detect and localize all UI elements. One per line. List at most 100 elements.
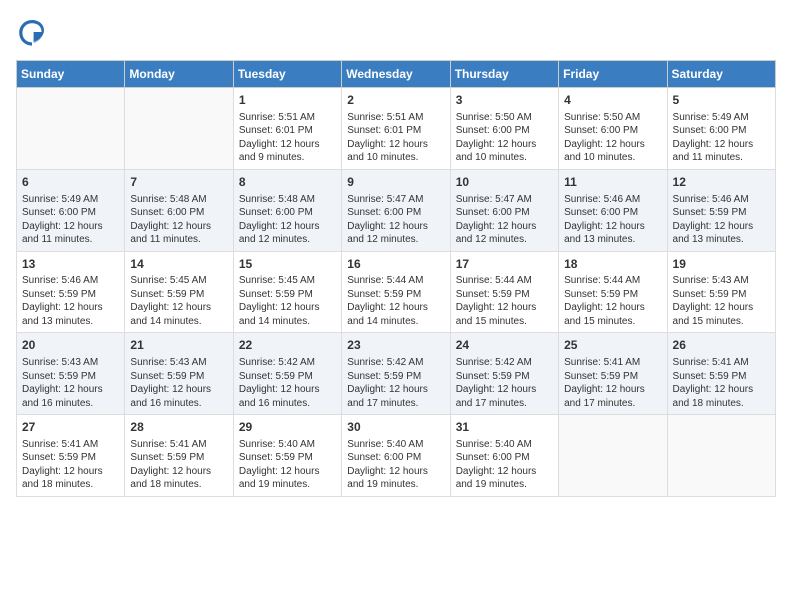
calendar-cell: 25 Sunrise: 5:41 AM Sunset: 5:59 PM Dayli…: [559, 333, 667, 415]
day-info: Sunrise: 5:43 AM Sunset: 5:59 PM Dayligh…: [130, 356, 227, 410]
page-header: [16, 16, 776, 48]
day-info: Sunrise: 5:43 AM Sunset: 5:59 PM Dayligh…: [673, 274, 770, 328]
calendar-cell: 19Sunrise: 5:43 AM Sunset: 5:59 PM Dayli…: [667, 251, 775, 333]
day-info: Sunrise: 5:46 AM Sunset: 5:59 PM Dayligh…: [22, 274, 119, 328]
day-number: 30: [347, 419, 444, 436]
calendar-cell: 7 Sunrise: 5:48 AM Sunset: 6:00 PM Daylig…: [125, 169, 233, 251]
calendar-cell: [125, 88, 233, 170]
calendar-cell: 24 Sunrise: 5:42 AM Sunset: 5:59 PM Dayli…: [450, 333, 558, 415]
day-info: Sunrise: 5:40 AM Sunset: 5:59 PM Dayligh…: [239, 438, 336, 492]
calendar-table: SundayMondayTuesdayWednesdayThursdayFrid…: [16, 60, 776, 497]
day-number: 18: [564, 256, 661, 273]
day-info: Sunrise: 5:42 AM Sunset: 5:59 PM Dayligh…: [456, 356, 553, 410]
day-number: 16: [347, 256, 444, 273]
calendar-cell: 1 Sunrise: 5:51 AM Sunset: 6:01 PM Daylig…: [233, 88, 341, 170]
day-info: Sunrise: 5:48 AM Sunset: 6:00 PM Dayligh…: [239, 193, 336, 247]
calendar-cell: 22 Sunrise: 5:42 AM Sunset: 5:59 PM Dayli…: [233, 333, 341, 415]
day-number: 24: [456, 337, 553, 354]
weekday-header-monday: Monday: [125, 61, 233, 88]
day-number: 21: [130, 337, 227, 354]
day-number: 22: [239, 337, 336, 354]
weekday-header-tuesday: Tuesday: [233, 61, 341, 88]
calendar-cell: 18Sunrise: 5:44 AM Sunset: 5:59 PM Dayli…: [559, 251, 667, 333]
day-number: 7: [130, 174, 227, 191]
day-info: Sunrise: 5:42 AM Sunset: 5:59 PM Dayligh…: [239, 356, 336, 410]
day-info: Sunrise: 5:51 AM Sunset: 6:01 PM Dayligh…: [239, 111, 336, 165]
day-info: Sunrise: 5:44 AM Sunset: 5:59 PM Dayligh…: [564, 274, 661, 328]
calendar-cell: 14Sunrise: 5:45 AM Sunset: 5:59 PM Dayli…: [125, 251, 233, 333]
day-info: Sunrise: 5:45 AM Sunset: 5:59 PM Dayligh…: [130, 274, 227, 328]
day-info: Sunrise: 5:40 AM Sunset: 6:00 PM Dayligh…: [347, 438, 444, 492]
calendar-cell: 11 Sunrise: 5:46 AM Sunset: 6:00 PM Dayli…: [559, 169, 667, 251]
calendar-cell: 23Sunrise: 5:42 AM Sunset: 5:59 PM Dayli…: [342, 333, 450, 415]
weekday-header-friday: Friday: [559, 61, 667, 88]
day-info: Sunrise: 5:44 AM Sunset: 5:59 PM Dayligh…: [347, 274, 444, 328]
day-info: Sunrise: 5:50 AM Sunset: 6:00 PM Dayligh…: [456, 111, 553, 165]
calendar-cell: 10 Sunrise: 5:47 AM Sunset: 6:00 PM Dayli…: [450, 169, 558, 251]
day-number: 10: [456, 174, 553, 191]
calendar-cell: 8 Sunrise: 5:48 AM Sunset: 6:00 PM Daylig…: [233, 169, 341, 251]
calendar-cell: 27 Sunrise: 5:41 AM Sunset: 5:59 PM Dayli…: [17, 415, 125, 497]
day-info: Sunrise: 5:46 AM Sunset: 6:00 PM Dayligh…: [564, 193, 661, 247]
day-info: Sunrise: 5:41 AM Sunset: 5:59 PM Dayligh…: [130, 438, 227, 492]
calendar-cell: 16Sunrise: 5:44 AM Sunset: 5:59 PM Dayli…: [342, 251, 450, 333]
day-number: 4: [564, 92, 661, 109]
day-number: 28: [130, 419, 227, 436]
logo: [16, 16, 52, 48]
calendar-cell: 20 Sunrise: 5:43 AM Sunset: 5:59 PM Dayli…: [17, 333, 125, 415]
day-number: 26: [673, 337, 770, 354]
calendar-cell: 13Sunrise: 5:46 AM Sunset: 5:59 PM Dayli…: [17, 251, 125, 333]
day-info: Sunrise: 5:41 AM Sunset: 5:59 PM Dayligh…: [673, 356, 770, 410]
day-number: 11: [564, 174, 661, 191]
day-number: 12: [673, 174, 770, 191]
day-number: 20: [22, 337, 119, 354]
day-number: 3: [456, 92, 553, 109]
day-info: Sunrise: 5:49 AM Sunset: 6:00 PM Dayligh…: [673, 111, 770, 165]
day-info: Sunrise: 5:48 AM Sunset: 6:00 PM Dayligh…: [130, 193, 227, 247]
calendar-cell: 2 Sunrise: 5:51 AM Sunset: 6:01 PM Daylig…: [342, 88, 450, 170]
calendar-cell: 6Sunrise: 5:49 AM Sunset: 6:00 PM Daylig…: [17, 169, 125, 251]
day-info: Sunrise: 5:51 AM Sunset: 6:01 PM Dayligh…: [347, 111, 444, 165]
weekday-header-wednesday: Wednesday: [342, 61, 450, 88]
calendar-cell: 5 Sunrise: 5:49 AM Sunset: 6:00 PM Daylig…: [667, 88, 775, 170]
weekday-header-thursday: Thursday: [450, 61, 558, 88]
calendar-cell: 28 Sunrise: 5:41 AM Sunset: 5:59 PM Dayli…: [125, 415, 233, 497]
day-number: 19: [673, 256, 770, 273]
weekday-header-sunday: Sunday: [17, 61, 125, 88]
day-number: 25: [564, 337, 661, 354]
day-number: 23: [347, 337, 444, 354]
day-info: Sunrise: 5:50 AM Sunset: 6:00 PM Dayligh…: [564, 111, 661, 165]
day-info: Sunrise: 5:43 AM Sunset: 5:59 PM Dayligh…: [22, 356, 119, 410]
day-info: Sunrise: 5:41 AM Sunset: 5:59 PM Dayligh…: [564, 356, 661, 410]
day-number: 13: [22, 256, 119, 273]
day-info: Sunrise: 5:47 AM Sunset: 6:00 PM Dayligh…: [456, 193, 553, 247]
calendar-cell: 30 Sunrise: 5:40 AM Sunset: 6:00 PM Dayli…: [342, 415, 450, 497]
day-info: Sunrise: 5:40 AM Sunset: 6:00 PM Dayligh…: [456, 438, 553, 492]
calendar-cell: 17Sunrise: 5:44 AM Sunset: 5:59 PM Dayli…: [450, 251, 558, 333]
calendar-cell: [559, 415, 667, 497]
day-info: Sunrise: 5:41 AM Sunset: 5:59 PM Dayligh…: [22, 438, 119, 492]
day-number: 8: [239, 174, 336, 191]
calendar-cell: [17, 88, 125, 170]
weekday-header-saturday: Saturday: [667, 61, 775, 88]
day-number: 5: [673, 92, 770, 109]
day-number: 6: [22, 174, 119, 191]
day-info: Sunrise: 5:44 AM Sunset: 5:59 PM Dayligh…: [456, 274, 553, 328]
day-number: 29: [239, 419, 336, 436]
logo-icon: [16, 16, 48, 48]
calendar-cell: 29 Sunrise: 5:40 AM Sunset: 5:59 PM Dayli…: [233, 415, 341, 497]
calendar-cell: 21 Sunrise: 5:43 AM Sunset: 5:59 PM Dayli…: [125, 333, 233, 415]
day-number: 17: [456, 256, 553, 273]
day-number: 27: [22, 419, 119, 436]
day-number: 31: [456, 419, 553, 436]
calendar-cell: 9Sunrise: 5:47 AM Sunset: 6:00 PM Daylig…: [342, 169, 450, 251]
calendar-cell: 31 Sunrise: 5:40 AM Sunset: 6:00 PM Dayli…: [450, 415, 558, 497]
day-number: 2: [347, 92, 444, 109]
calendar-cell: 15Sunrise: 5:45 AM Sunset: 5:59 PM Dayli…: [233, 251, 341, 333]
calendar-cell: 3 Sunrise: 5:50 AM Sunset: 6:00 PM Daylig…: [450, 88, 558, 170]
day-number: 14: [130, 256, 227, 273]
calendar-cell: 4 Sunrise: 5:50 AM Sunset: 6:00 PM Daylig…: [559, 88, 667, 170]
day-number: 9: [347, 174, 444, 191]
calendar-cell: 26 Sunrise: 5:41 AM Sunset: 5:59 PM Dayli…: [667, 333, 775, 415]
day-number: 1: [239, 92, 336, 109]
